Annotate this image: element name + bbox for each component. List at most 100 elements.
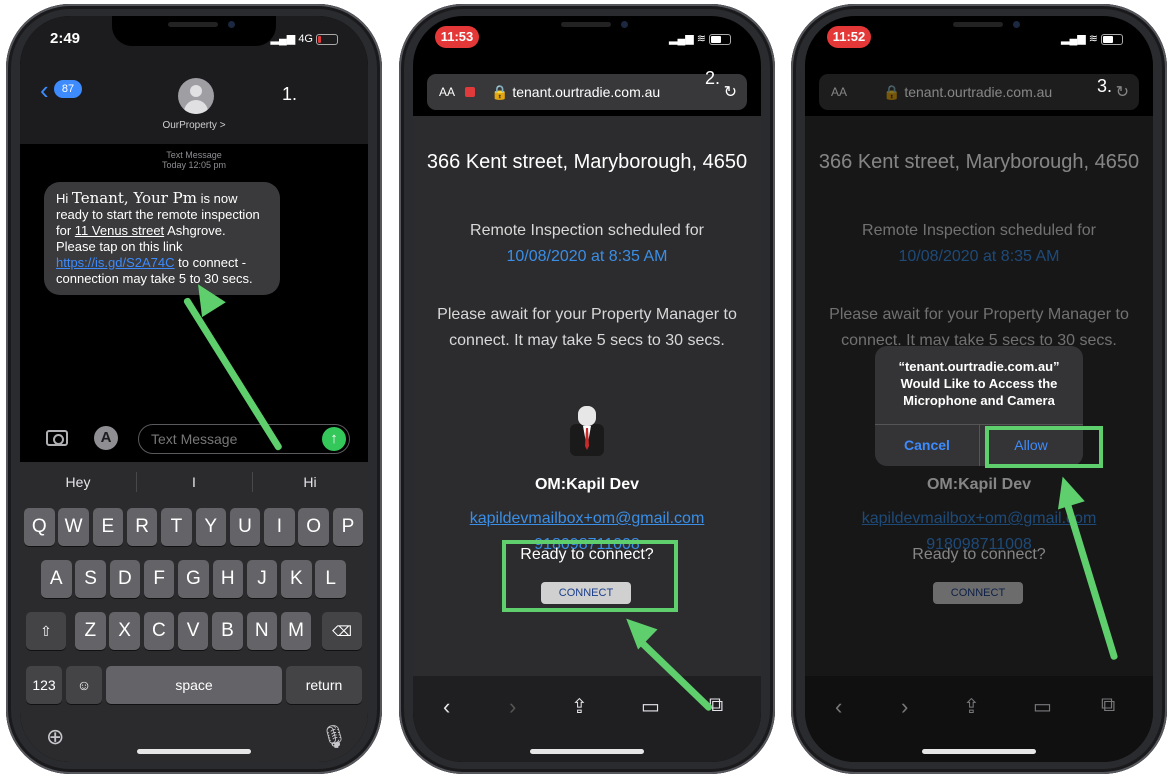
home-indicator [137,749,251,754]
await-text: Please await for your Property Manager t… [437,306,737,349]
key-f[interactable]: F [143,560,175,598]
key-s[interactable]: S [75,560,106,598]
numbers-key[interactable]: 123 [26,666,62,704]
reload-icon[interactable]: ↻ [724,82,737,102]
address-bar[interactable]: AA 🔒 tenant.ourtradie.com.au ↻ [427,74,747,110]
suggestion-2[interactable]: I [136,462,252,502]
network-type: 4G [298,33,313,45]
app-store-icon[interactable]: A [94,426,118,450]
key-h[interactable]: H [212,560,243,598]
step-number-1: 1. [282,84,298,104]
key-i[interactable]: I [264,508,295,546]
reader-text-size-button[interactable]: AA [439,85,455,99]
battery-icon [709,33,731,45]
safari-screen: 11:53 ▂▄▆ ≋ AA 🔒 tenant.ourtradie.com.au… [413,16,761,762]
phone-safari-connect: 11:53 ▂▄▆ ≋ AA 🔒 tenant.ourtradie.com.au… [393,0,781,778]
delete-key[interactable]: ⌫ [322,612,362,650]
status-time: 2:49 [50,30,81,47]
agent-avatar [570,406,604,456]
signal-indicator: ▂▄▆ 4G [271,32,338,45]
safari-screen: 11:52 ▂▄▆ ≋ AA 🔒 tenant.ourtradie.com.au… [805,16,1153,762]
emoji-icon[interactable]: ☺ [66,666,102,704]
message-timestamp: Today 12:05 pm [161,160,227,170]
allow-highlight-box [985,426,1103,468]
camera-recording-icon [465,87,475,97]
notch [505,16,669,46]
key-r[interactable]: R [126,508,158,546]
agent-email-link[interactable]: kapildevmailbox+om@gmail.com [413,510,761,528]
redacted-name: Tenant, Your Pm [71,189,197,207]
key-v[interactable]: V [177,612,209,650]
key-o[interactable]: O [298,508,329,546]
key-y[interactable]: Y [195,508,226,546]
notch [112,16,276,46]
step-number-2: 2. [705,68,721,88]
battery-icon [1101,33,1123,45]
share-icon[interactable]: ⇪ [571,694,588,719]
keyboard: Hey I Hi QWERTYUIOP ASDFGHJKL ⇧ ZXCVBNM … [20,462,368,762]
key-w[interactable]: W [58,508,89,546]
globe-icon[interactable]: ⊕ [46,724,64,750]
home-indicator [922,749,1036,754]
key-m[interactable]: M [280,612,312,650]
msg-address[interactable]: 11 Venus street [75,223,164,238]
phone-messages: 2:49 ▂▄▆ 4G ‹ 87 1. OurProperty > Text M… [0,0,388,778]
contact-avatar[interactable] [178,78,214,114]
key-n[interactable]: N [246,612,277,650]
suggestion-3[interactable]: Hi [252,462,368,502]
property-address: 366 Kent street, Maryborough, 4650 [426,151,748,173]
url-text: 🔒 tenant.ourtradie.com.au [491,84,661,100]
key-j[interactable]: J [246,560,278,598]
message-input[interactable]: Text Message [138,424,350,454]
bookmarks-icon[interactable]: ▭ [641,694,660,719]
phone-safari-permission: 11:52 ▂▄▆ ≋ AA 🔒 tenant.ourtradie.com.au… [785,0,1173,778]
microphone-icon[interactable]: 🎙 [320,724,348,750]
return-key[interactable]: return [286,666,362,704]
agent-name: OM:Kapil Dev [534,476,639,493]
camera-icon[interactable] [46,430,68,446]
key-p[interactable]: P [332,508,364,546]
key-g[interactable]: G [178,560,209,598]
scheduled-label: Remote Inspection scheduled for [470,222,704,239]
unread-count-badge[interactable]: 87 [54,80,82,98]
suggestion-1[interactable]: Hey [20,462,136,502]
alert-title: “tenant.ourtradie.com.au” Would Like to … [898,359,1060,408]
msg-hi: Hi [56,191,69,206]
back-icon[interactable]: ‹ [443,694,450,720]
battery-icon [316,33,338,45]
key-t[interactable]: T [161,508,192,546]
url-host: tenant.ourtradie.com.au [512,84,661,100]
signal-indicator: ▂▄▆ ≋ [1061,32,1123,45]
key-x[interactable]: X [109,612,140,650]
key-u[interactable]: U [229,508,261,546]
message-meta: Text Message Today 12:05 pm [20,150,368,170]
key-q[interactable]: Q [24,508,55,546]
signal-indicator: ▂▄▆ ≋ [669,32,731,45]
key-z[interactable]: Z [75,612,106,650]
contact-name[interactable]: OurProperty > [20,120,368,131]
forward-icon[interactable]: › [509,694,516,720]
key-l[interactable]: L [315,560,346,598]
status-time-pill: 11:52 [827,26,871,48]
connect-highlight-box [502,540,678,612]
message-bubble: Hi Tenant, Your Pm is now ready to start… [44,182,280,295]
messages-screen: 2:49 ▂▄▆ 4G ‹ 87 1. OurProperty > Text M… [20,16,368,762]
inspection-link[interactable]: https://is.gd/S2A74C [56,255,175,270]
key-c[interactable]: C [143,612,175,650]
notch [897,16,1061,46]
step-number-3: 3. [1097,76,1113,96]
status-time-pill: 11:53 [435,26,479,48]
scheduled-time: 10/08/2020 at 8:35 AM [506,248,668,265]
cancel-button[interactable]: Cancel [875,424,979,466]
send-arrow-icon[interactable]: ↑ [322,427,346,451]
key-b[interactable]: B [212,612,243,650]
space-key[interactable]: space [106,666,282,704]
message-type-label: Text Message [166,150,222,160]
shift-key[interactable]: ⇧ [26,612,66,650]
key-a[interactable]: A [41,560,72,598]
key-e[interactable]: E [92,508,124,546]
back-chevron-icon[interactable]: ‹ [40,77,49,103]
home-indicator [530,749,644,754]
key-d[interactable]: D [109,560,141,598]
key-k[interactable]: K [281,560,312,598]
